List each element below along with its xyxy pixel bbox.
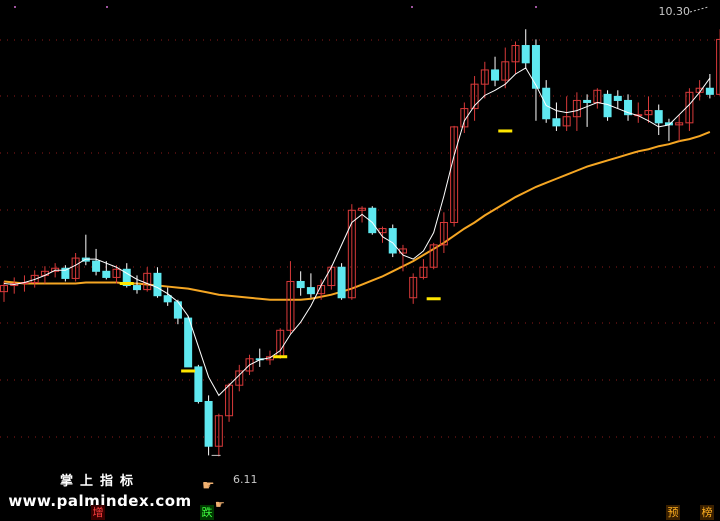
badge-bang: 榜 [700,505,714,520]
hand-pointer-icon: ☛ [202,478,215,494]
candle-body [306,287,315,295]
candle-body [173,301,182,319]
watermark-title: 掌上指标 [59,474,140,489]
candle-body [654,110,663,124]
candle-body [184,317,193,368]
signal-marker [181,369,196,373]
badge-yu: 预 [666,505,680,520]
chart-canvas [0,6,720,457]
badge-zeng: 增 [91,505,105,520]
candle-body [163,295,172,303]
badge-die: 跌 [200,505,214,520]
candle-body [613,95,622,101]
marker-dot [411,6,413,8]
candle-body [132,285,141,291]
candle-body [583,99,592,103]
candle-body [337,266,346,299]
candle-body [92,260,101,272]
low-price-label: 6.11 [233,473,258,486]
marker-dot [535,6,537,8]
candle-body [153,272,162,297]
high-arrow-line [689,6,709,13]
signal-marker [119,282,134,286]
candle-body [102,270,111,278]
candle-body [296,280,305,289]
high-price-label: 10.30 [658,5,691,18]
marker-dot [14,6,16,8]
candle-body [716,38,720,95]
signal-marker [273,355,288,359]
candle-body [552,118,561,127]
signal-marker [426,297,441,301]
candle-body [542,87,551,120]
candlestick-chart: 10.30 6.11 掌上指标 www.palmindex.com 增 跌 预 … [0,0,720,521]
marker-dot [106,6,108,8]
candle-body [491,69,500,81]
candle-body [204,400,213,447]
signal-marker [498,129,513,133]
hand-pointer-icon: ☛ [215,498,225,511]
watermark: 掌上指标 www.palmindex.com [0,470,200,510]
candle-body [521,45,530,64]
candle-body [705,87,714,95]
candle-body [194,366,203,402]
